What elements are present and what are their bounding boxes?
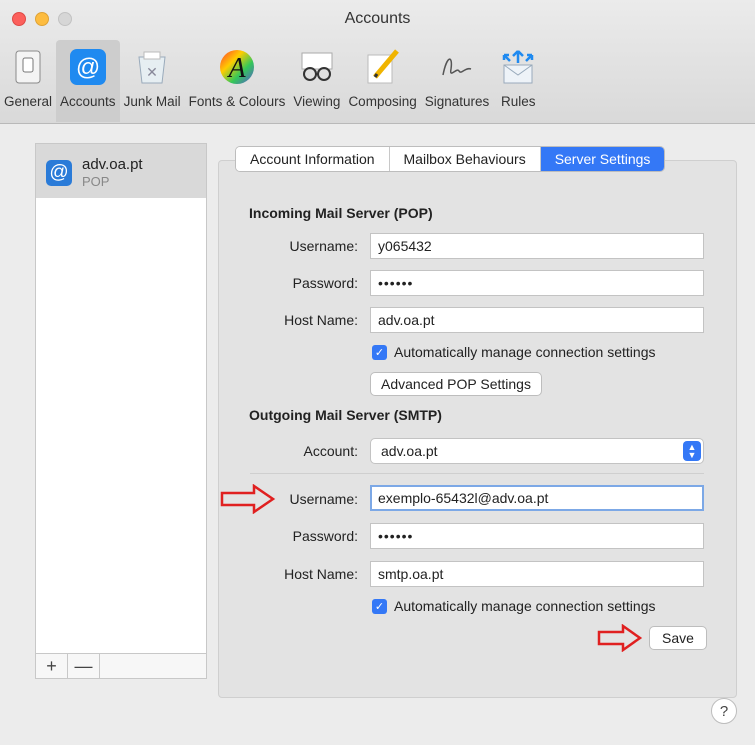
incoming-auto-manage-checkbox[interactable]: ✓ Automatically manage connection settin… [372, 344, 655, 360]
outgoing-account-select[interactable]: adv.oa.pt ▲ ▼ [370, 438, 704, 464]
incoming-password-field[interactable]: •••••• [370, 270, 704, 296]
glasses-icon [296, 46, 338, 88]
outgoing-account-value: adv.oa.pt [381, 443, 438, 459]
add-account-button[interactable]: + [36, 654, 68, 678]
toolbar-rules[interactable]: Rules [493, 40, 543, 122]
incoming-password-label: Password: [292, 275, 358, 291]
incoming-auto-manage-label: Automatically manage connection settings [394, 344, 656, 360]
window-title: Accounts [344, 10, 411, 27]
general-switch-icon [7, 46, 49, 88]
outgoing-host-label: Host Name: [284, 566, 358, 582]
svg-text:A: A [226, 53, 246, 84]
outgoing-account-label: Account: [303, 443, 358, 459]
signature-icon [436, 46, 478, 88]
outgoing-host-field[interactable]: smtp.oa.pt [370, 561, 704, 587]
account-name: adv.oa.pt [82, 156, 143, 173]
incoming-host-label: Host Name: [284, 312, 358, 328]
incoming-username-label: Username: [289, 238, 358, 254]
incoming-username-field[interactable]: y065432 [370, 233, 704, 259]
checkmark-icon: ✓ [372, 598, 387, 614]
outgoing-section-title: Outgoing Mail Server (SMTP) [249, 407, 442, 423]
junk-mail-bin-icon: ✕ [131, 46, 173, 88]
outgoing-password-label: Password: [292, 528, 358, 544]
fonts-colours-icon: A [216, 46, 258, 88]
accounts-content: @ adv.oa.pt POP + — Account Information … [0, 124, 755, 745]
tab-account-information[interactable]: Account Information [236, 147, 390, 171]
rules-envelope-icon [497, 46, 539, 88]
toolbar-junk-mail[interactable]: ✕ Junk Mail [120, 40, 185, 122]
preferences-toolbar: General @ Accounts ✕ Junk Mail A Fonts &… [0, 40, 543, 122]
remove-account-button[interactable]: — [68, 654, 100, 678]
toolbar-signatures[interactable]: Signatures [421, 40, 494, 122]
incoming-host-field[interactable]: adv.oa.pt [370, 307, 704, 333]
outgoing-auto-manage-checkbox[interactable]: ✓ Automatically manage connection settin… [372, 598, 655, 614]
chevron-up-down-icon: ▲ ▼ [683, 441, 701, 461]
pencil-icon [362, 46, 404, 88]
tab-server-settings[interactable]: Server Settings [540, 147, 665, 171]
outgoing-username-label: Username: [289, 491, 358, 507]
help-button[interactable]: ? [711, 698, 737, 724]
svg-text:@: @ [76, 54, 100, 81]
title-bar: Accounts General @ Accounts ✕ Junk Mail … [0, 0, 755, 124]
toolbar-composing[interactable]: Composing [344, 40, 420, 122]
advanced-pop-settings-button[interactable]: Advanced POP Settings [370, 372, 542, 396]
account-list[interactable]: @ adv.oa.pt POP [35, 143, 207, 655]
account-type: POP [82, 174, 110, 189]
save-button[interactable]: Save [649, 626, 707, 650]
toolbar-viewing[interactable]: Viewing [289, 40, 344, 122]
incoming-section-title: Incoming Mail Server (POP) [249, 205, 433, 221]
outgoing-username-field[interactable]: exemplo-65432l@adv.oa.pt [370, 485, 704, 511]
toolbar-accounts[interactable]: @ Accounts [56, 40, 120, 122]
toolbar-general[interactable]: General [0, 40, 56, 122]
outgoing-auto-manage-label: Automatically manage connection settings [394, 598, 656, 614]
red-arrow-icon [597, 624, 643, 652]
outgoing-password-field[interactable]: •••••• [370, 523, 704, 549]
toolbar-fonts-colours[interactable]: A Fonts & Colours [185, 40, 290, 122]
settings-tabs: Account Information Mailbox Behaviours S… [235, 146, 666, 172]
at-sign-icon: @ [67, 46, 109, 88]
svg-text:✕: ✕ [146, 64, 158, 80]
account-list-footer: + — [35, 653, 207, 679]
list-item[interactable]: @ adv.oa.pt POP [36, 144, 206, 198]
checkmark-icon: ✓ [372, 344, 387, 360]
tab-mailbox-behaviours[interactable]: Mailbox Behaviours [389, 147, 541, 171]
at-sign-icon: @ [46, 160, 72, 186]
section-divider [250, 473, 704, 474]
